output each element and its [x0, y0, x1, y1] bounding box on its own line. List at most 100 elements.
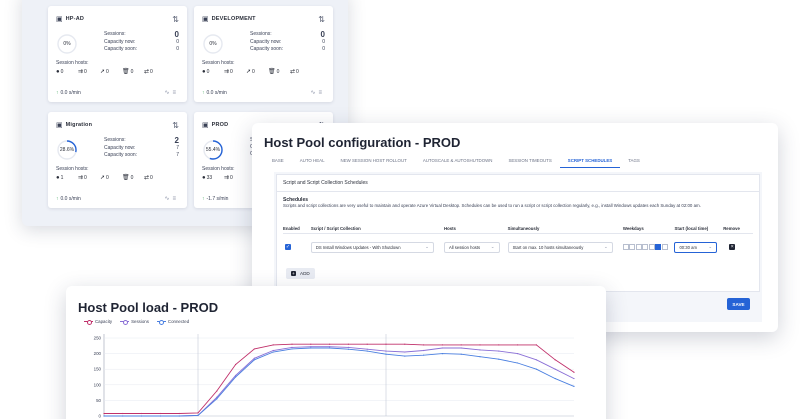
monitor-icon: ●: [56, 68, 60, 75]
add-schedule-button[interactable]: + ADD: [286, 268, 315, 279]
host-stat-value: 0: [84, 68, 87, 75]
schedule-table-header: Enabled Script / Script Collection Hosts…: [283, 224, 753, 234]
y-tick-label: 250: [94, 336, 102, 341]
session-hosts-row: ● 33 ⇉ 0: [202, 174, 242, 182]
host-stat[interactable]: ⇄ 0: [144, 68, 162, 76]
usage-percent: 0%: [209, 41, 217, 47]
data-point: [385, 343, 387, 345]
data-point: [404, 343, 406, 345]
host-stat[interactable]: ● 0: [56, 68, 74, 75]
data-point: [479, 349, 481, 351]
host-stat[interactable]: ⇄ 0: [144, 174, 162, 182]
data-point: [385, 350, 387, 352]
data-point: [272, 351, 274, 353]
data-point: [441, 347, 443, 349]
start-time-select[interactable]: 00:30 am ⌄: [674, 241, 718, 253]
simultaneously-select[interactable]: Start on max. 10 hosts simultaneously ⌄: [507, 241, 613, 253]
session-hosts-label: Session hosts:: [56, 60, 89, 66]
col-hosts: Hosts: [443, 226, 456, 231]
data-point: [291, 343, 293, 345]
host-stat-value: 0: [150, 68, 153, 75]
host-stat[interactable]: ● 33: [202, 174, 220, 181]
enabled-checkbox[interactable]: ✓: [285, 244, 291, 250]
data-point: [235, 376, 237, 378]
weekday-toggle[interactable]: [642, 244, 649, 250]
host-stat[interactable]: 🗑 0: [268, 68, 286, 76]
host-stat[interactable]: ● 0: [202, 68, 220, 75]
data-point: [460, 344, 462, 346]
host-stat[interactable]: 🗑 0: [122, 174, 140, 182]
weekday-toggle[interactable]: [648, 244, 655, 250]
host-stat[interactable]: ⇉ 0: [78, 174, 96, 182]
tab-session-timeouts[interactable]: SESSION TIMEOUTS: [500, 156, 559, 168]
host-stat[interactable]: ⇉ 0: [224, 174, 242, 182]
send-icon: ➚: [100, 175, 106, 181]
trend-arrow-icon: ↑: [56, 89, 59, 96]
hostpool-card[interactable]: ▣ DEVELOPMENT ⇅ 0% Sessions: 0 Capacity n…: [194, 6, 333, 102]
host-stat[interactable]: ⇄ 0: [290, 68, 308, 76]
config-tabs: BASE AUTO HEAL NEW SESSION HOST ROLLOUT AUT…: [264, 156, 770, 168]
data-point: [498, 358, 500, 360]
chart-menu-icons[interactable]: ∿≡: [310, 89, 325, 96]
monitor-icon: ▣: [56, 122, 63, 129]
tab-tags[interactable]: TAGS: [620, 156, 648, 168]
data-point: [441, 344, 443, 346]
usage-percent: 0%: [63, 41, 71, 47]
remove-row-button[interactable]: ×: [729, 244, 736, 250]
host-stat[interactable]: ● 1: [56, 174, 74, 181]
section-title: Script and Script Collection Schedules: [283, 180, 368, 186]
monitor-icon: ●: [56, 174, 60, 181]
host-stat-value: 0: [230, 68, 233, 75]
host-stat-value: 0: [106, 174, 109, 181]
data-point: [517, 344, 519, 346]
weekday-toggle[interactable]: [629, 244, 636, 250]
capacity-now-value: 0: [322, 39, 325, 45]
tab-auto-heal[interactable]: AUTO HEAL: [292, 156, 333, 168]
data-point: [366, 350, 368, 352]
data-point: [460, 347, 462, 349]
chart-menu-icons[interactable]: ∿≡: [164, 89, 179, 96]
hostpool-card[interactable]: ▣ Migration ⇅ 28.6% Sessions: 2 Capacity …: [48, 112, 187, 208]
host-stat-value: 0: [276, 68, 280, 75]
save-button[interactable]: SAVE: [727, 298, 750, 310]
host-stat[interactable]: ➚ 0: [246, 68, 264, 76]
swap-icon[interactable]: ⇅: [318, 15, 325, 24]
hosts-select[interactable]: All session hosts ⌄: [443, 241, 500, 253]
tab-base[interactable]: BASE: [264, 156, 292, 168]
script-select[interactable]: DS Install Windows Updates - With Shutdo…: [310, 241, 434, 253]
session-hosts-row: ● 0 ⇉ 0 ➚ 0 🗑 0 ⇄ 0: [202, 68, 308, 76]
swap-icon[interactable]: ⇅: [172, 121, 179, 130]
data-point: [310, 343, 312, 345]
tab-new-session-host-rollout[interactable]: NEW SESSION HOST ROLLOUT: [333, 156, 415, 168]
tab-script-schedules[interactable]: SCRIPT SCHEDULES: [559, 156, 621, 168]
chart-menu-icons[interactable]: ∿≡: [164, 195, 179, 202]
session-rate: 0.0 s/min: [60, 195, 81, 202]
capacity-soon-label: Capacity soon:: [104, 152, 138, 158]
host-stat[interactable]: ⇉ 0: [78, 68, 96, 76]
host-stat[interactable]: ➚ 0: [100, 174, 118, 182]
host-stat[interactable]: ⇉ 0: [224, 68, 242, 76]
chevron-down-icon: ⌄: [708, 244, 713, 249]
data-point: [404, 351, 406, 353]
capacity-now-label: Capacity now:: [250, 39, 282, 45]
data-point: [329, 343, 331, 345]
data-point: [498, 350, 500, 352]
data-point: [235, 363, 237, 366]
add-button-label: ADD: [300, 271, 310, 276]
capacity-now-label: Capacity now:: [104, 145, 136, 151]
weekday-picker: [622, 244, 675, 250]
host-stat[interactable]: ➚ 0: [100, 68, 118, 76]
data-point: [141, 412, 143, 415]
tab-autoscale-autoshutdown[interactable]: AUTOSCALE & AUTOSHUTDOWN: [415, 156, 501, 168]
trend-arrow-icon: ↑: [202, 195, 205, 202]
weekday-toggle[interactable]: [635, 244, 642, 250]
host-stat[interactable]: 🗑 0: [122, 68, 140, 76]
hostpool-card[interactable]: ▣ HP-AD ⇅ 0% Sessions: 0 Capacity now: 0 C…: [48, 6, 187, 102]
weekday-toggle[interactable]: [622, 244, 629, 250]
data-point: [460, 353, 462, 355]
card-stats: Sessions: 2 Capacity now: 7 Capacity soon:…: [104, 137, 179, 159]
weekday-toggle[interactable]: [655, 244, 662, 250]
col-start: Start (local time): [674, 226, 709, 231]
weekday-toggle[interactable]: [661, 244, 668, 250]
swap-icon[interactable]: ⇅: [172, 15, 179, 24]
